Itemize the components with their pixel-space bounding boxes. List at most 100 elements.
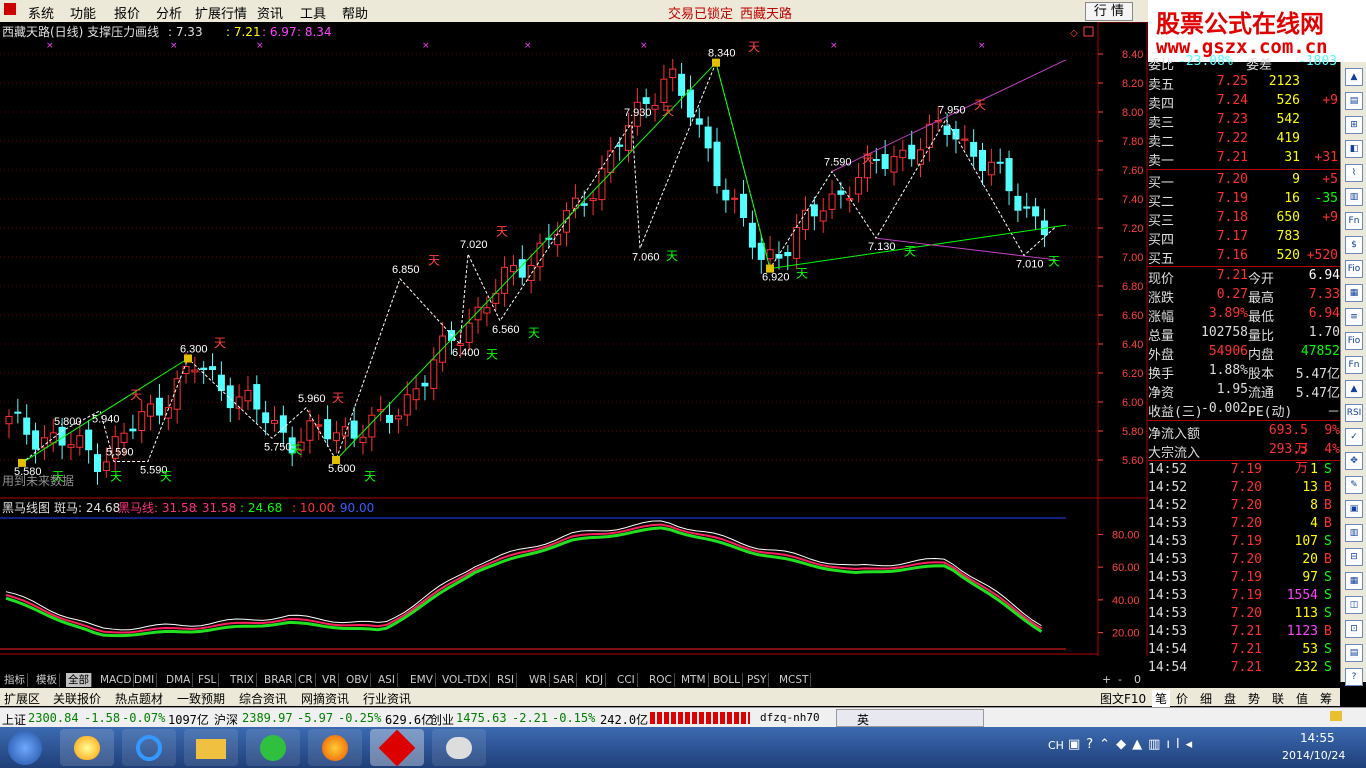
indicator-tab[interactable]: ROC: [647, 673, 675, 687]
menu-quote[interactable]: 报价: [114, 3, 140, 22]
tool-icon-2[interactable]: ⊞: [1345, 116, 1363, 134]
reset-button[interactable]: 0: [1134, 673, 1141, 686]
indicator-tab[interactable]: VR: [320, 673, 340, 687]
tool-icon-23[interactable]: ▤: [1345, 644, 1363, 662]
tool-icon-13[interactable]: ▲: [1345, 380, 1363, 398]
tool-icon-15[interactable]: ✓: [1345, 428, 1363, 446]
scroll-up-icon[interactable]: ▲: [1345, 68, 1363, 86]
ime-bar[interactable]: 英: [836, 709, 984, 727]
sub-y-tick-label: 40.00: [1112, 595, 1140, 607]
stock-app-icon[interactable]: [370, 729, 424, 767]
lock-icon[interactable]: [1330, 711, 1342, 721]
indicator-tab[interactable]: DMI: [132, 673, 158, 687]
pencil-icon[interactable]: ✎: [1345, 476, 1363, 494]
kline-chart[interactable]: 8.40 8.20 8.00 7.80 7.60 7.40 7.20 7.00 6.80 6.60…: [0, 22, 1148, 656]
indicator-tab[interactable]: 全部: [66, 673, 92, 687]
detail-tab[interactable]: 联: [1272, 690, 1284, 707]
bottom-tab[interactable]: 综合资讯: [239, 690, 287, 707]
tray-icons[interactable]: ▣?⌃◆▲▥ıl◂: [1068, 737, 1198, 752]
detail-tab[interactable]: 盘: [1224, 690, 1236, 707]
app-icon[interactable]: [4, 3, 16, 19]
indicator-tab[interactable]: EMV: [408, 673, 436, 687]
tool-icon-17[interactable]: ▣: [1345, 500, 1363, 518]
indicator-tab[interactable]: KDJ: [583, 673, 607, 687]
tool-icon-7[interactable]: $: [1345, 236, 1363, 254]
bottom-tab[interactable]: 关联报价: [53, 690, 101, 707]
tool-icon-6[interactable]: Fn: [1345, 212, 1363, 230]
tool-icon-10[interactable]: ≡: [1345, 308, 1363, 326]
zoom-in-button[interactable]: +: [1102, 673, 1111, 686]
lang-indicator[interactable]: CH: [1048, 739, 1064, 752]
indicator-tab[interactable]: MTM: [679, 673, 709, 687]
folder-icon[interactable]: [184, 729, 238, 766]
clock-time[interactable]: 14:55: [1300, 731, 1335, 745]
quote-button[interactable]: 行 情: [1085, 2, 1133, 21]
tool-icon-21[interactable]: ◫: [1345, 596, 1363, 614]
tool-icon-14[interactable]: RSI: [1345, 404, 1363, 422]
indicator-tab[interactable]: CCI: [615, 673, 638, 687]
indicator-tab[interactable]: 指标: [2, 673, 28, 687]
cell: 量比: [1248, 329, 1275, 344]
indicator-tab[interactable]: WR: [527, 673, 550, 687]
indicator-tab[interactable]: MACD: [98, 673, 135, 687]
bottom-tab[interactable]: 网摘资讯: [301, 690, 349, 707]
indicator-tab[interactable]: BRAR: [262, 673, 296, 687]
tool-icon-8[interactable]: Fio: [1345, 260, 1363, 278]
browser-icon[interactable]: [246, 729, 300, 766]
indicator-tab[interactable]: 模板: [34, 673, 60, 687]
clock-date[interactable]: 2014/10/24: [1282, 749, 1345, 762]
tool-icon-20[interactable]: ▦: [1345, 572, 1363, 590]
tool-icon-19[interactable]: ⊟: [1345, 548, 1363, 566]
paint-icon[interactable]: [432, 729, 486, 766]
bottom-tab[interactable]: 一致预期: [177, 690, 225, 707]
ime-lang[interactable]: 英: [857, 711, 869, 728]
indicator-tab[interactable]: MCST: [777, 673, 812, 687]
menu-extended[interactable]: 扩展行情: [195, 3, 247, 22]
indicator-tab[interactable]: PSY: [745, 673, 770, 687]
start-button[interactable]: [8, 731, 42, 765]
bottom-tab[interactable]: 扩展区: [4, 690, 40, 707]
indicator-tab[interactable]: FSL: [196, 673, 220, 687]
indicator-tab[interactable]: CR: [296, 673, 316, 687]
indicator-tab[interactable]: BOLL: [711, 673, 743, 687]
firefox-icon[interactable]: [308, 729, 362, 766]
menu-analysis[interactable]: 分析: [156, 3, 182, 22]
taskbar-app-1[interactable]: [60, 729, 114, 766]
tool-icon-3[interactable]: ◧: [1345, 140, 1363, 158]
tool-icon-16[interactable]: ✥: [1345, 452, 1363, 470]
detail-tab[interactable]: 值: [1296, 690, 1308, 707]
tool-icon-11[interactable]: Fio: [1345, 332, 1363, 350]
menu-system[interactable]: 系统: [28, 3, 54, 22]
tool-icon-1[interactable]: ▤: [1345, 92, 1363, 110]
tool-icon-22[interactable]: ⊡: [1345, 620, 1363, 638]
indicator-tab[interactable]: RSI: [495, 673, 518, 687]
zoom-out-button[interactable]: -: [1118, 673, 1122, 686]
indicator-tab[interactable]: DMA: [164, 673, 194, 687]
detail-tab[interactable]: 细: [1200, 690, 1212, 707]
detail-tab[interactable]: 价: [1176, 690, 1188, 707]
menu-help[interactable]: 帮助: [342, 3, 368, 22]
indicator-tab[interactable]: TRIX: [228, 673, 257, 687]
detail-tab[interactable]: 筹: [1320, 690, 1332, 707]
indicator-tab[interactable]: ASI: [376, 673, 398, 687]
indicator-tab[interactable]: SAR: [551, 673, 578, 687]
top-marker: ×: [256, 41, 264, 51]
menu-function[interactable]: 功能: [70, 3, 96, 22]
tool-icon-9[interactable]: ▦: [1345, 284, 1363, 302]
tool-icon-12[interactable]: Fn: [1345, 356, 1363, 374]
ie-icon[interactable]: [122, 729, 176, 766]
indicator-tab[interactable]: OBV: [344, 673, 372, 687]
tool-icon-5[interactable]: ▥: [1345, 188, 1363, 206]
graph-f10-tab[interactable]: 图文F10: [1098, 688, 1148, 706]
chart-mode-icon[interactable]: ◇: [1070, 28, 1078, 39]
bottom-tab[interactable]: 行业资讯: [363, 690, 411, 707]
bottom-tab[interactable]: 热点题材: [115, 690, 163, 707]
detail-tab[interactable]: 势: [1248, 690, 1260, 707]
tool-icon-4[interactable]: ⌇: [1345, 164, 1363, 182]
menu-tools[interactable]: 工具: [300, 3, 326, 22]
detail-tab[interactable]: 笔: [1152, 690, 1171, 707]
indicator-tab[interactable]: VOL-TDX: [440, 673, 491, 687]
help-icon[interactable]: ?: [1345, 668, 1363, 686]
tool-icon-18[interactable]: ▥: [1345, 524, 1363, 542]
menu-news[interactable]: 资讯: [257, 3, 283, 22]
